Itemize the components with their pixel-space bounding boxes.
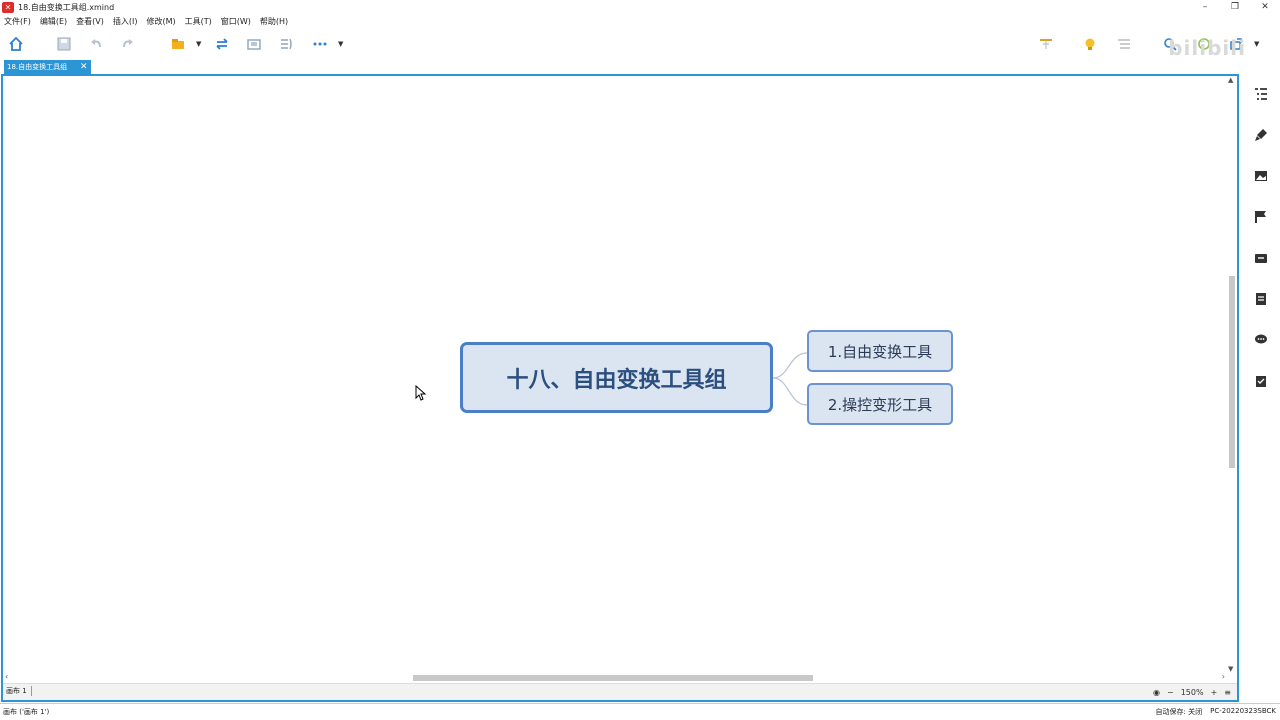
tab-label: 18.自由变换工具组 (7, 63, 68, 71)
subtopic-puppet-warp[interactable]: 2.操控变形工具 (807, 383, 953, 425)
xmind-logo-icon: ✕ (2, 1, 14, 13)
central-topic[interactable]: 十八、自由变换工具组 (460, 342, 773, 413)
topic-icon[interactable] (168, 34, 188, 54)
menu-view[interactable]: 查看(V) (76, 16, 104, 27)
horizontal-scrollbar[interactable]: ‹ › (3, 672, 1227, 683)
xmind-window: ✕ 18.自由变换工具组.xmind – ❐ ✕ 文件(F) 编辑(E) 查看(… (0, 0, 1280, 720)
status-bar: 画布 ('画布 1') 自动保存: 关闭 PC-20220323SBCK (0, 703, 1280, 720)
menu-tools[interactable]: 工具(T) (185, 16, 212, 27)
computer-name: PC-20220323SBCK (1210, 707, 1276, 715)
zoom-in-button[interactable]: + (1211, 688, 1218, 697)
outline-icon[interactable] (1114, 34, 1134, 54)
sheet-tab[interactable]: 画布 1 (6, 686, 32, 696)
scroll-down-icon[interactable]: ▼ (1228, 665, 1233, 673)
vertical-scroll-thumb[interactable] (1229, 276, 1235, 468)
status-sheet: 画布 ('画布 1') (3, 708, 50, 716)
home-icon[interactable] (6, 34, 26, 54)
title-bar: ✕ 18.自由变换工具组.xmind – ❐ ✕ (0, 0, 1280, 14)
comment-icon[interactable] (1251, 330, 1271, 350)
relationship-icon[interactable] (212, 34, 232, 54)
scroll-up-icon[interactable]: ▲ (1228, 76, 1233, 84)
mouse-cursor-icon (415, 385, 427, 401)
status-right: 自动保存: 关闭 PC-20220323SBCK (1148, 707, 1276, 717)
image-icon[interactable] (1251, 166, 1271, 186)
presentation-icon[interactable] (1036, 34, 1056, 54)
close-button[interactable]: ✕ (1250, 0, 1280, 14)
maximize-button[interactable]: ❐ (1220, 0, 1250, 14)
scroll-right-icon[interactable]: › (1222, 672, 1225, 681)
window-controls: – ❐ ✕ (1190, 0, 1280, 14)
menu-edit[interactable]: 编辑(E) (40, 16, 67, 27)
marker-flag-icon[interactable] (1251, 207, 1271, 227)
document-tabs: 18.自由变换工具组 ✕ (0, 60, 1240, 74)
tab-document[interactable]: 18.自由变换工具组 ✕ (4, 60, 91, 74)
mindmap-canvas[interactable]: 十八、自由变换工具组 1.自由变换工具 2.操控变形工具 (3, 76, 1227, 673)
window-title: 18.自由变换工具组.xmind (18, 2, 115, 12)
outline-panel-icon[interactable] (1251, 84, 1271, 104)
menu-file[interactable]: 文件(F) (4, 16, 31, 27)
eye-icon[interactable]: ◉ (1153, 688, 1160, 697)
right-panel (1242, 74, 1280, 404)
toolbar: ▼ ▼ ▼ bilibili (0, 28, 1280, 60)
sheet-bar: 画布 1 ◉ − 150% + ≡ (3, 683, 1237, 700)
brainstorm-icon[interactable] (1080, 34, 1100, 54)
boundary-icon[interactable] (244, 34, 264, 54)
menu-window[interactable]: 窗口(W) (221, 16, 251, 27)
editor-frame: 十八、自由变换工具组 1.自由变换工具 2.操控变形工具 ▲ ▼ ‹ › 画布 … (1, 74, 1239, 702)
redo-icon[interactable] (118, 34, 138, 54)
autosave-status[interactable]: 自动保存: 关闭 (1156, 707, 1203, 717)
bilibili-watermark: bilibili (1168, 36, 1246, 60)
label-icon[interactable] (1251, 248, 1271, 268)
topic-dropdown-icon[interactable]: ▼ (196, 40, 201, 48)
menu-help[interactable]: 帮助(H) (260, 16, 288, 27)
export-dropdown-icon[interactable]: ▼ (1254, 40, 1259, 48)
notes-icon[interactable] (1251, 289, 1271, 309)
scroll-left-icon[interactable]: ‹ (5, 672, 8, 681)
menu-insert[interactable]: 插入(I) (113, 16, 138, 27)
vertical-scrollbar[interactable]: ▲ ▼ (1227, 76, 1237, 673)
undo-icon[interactable] (86, 34, 106, 54)
format-brush-icon[interactable] (1251, 125, 1271, 145)
menu-bar: 文件(F) 编辑(E) 查看(V) 插入(I) 修改(M) 工具(T) 窗口(W… (0, 14, 297, 28)
minimize-button[interactable]: – (1190, 0, 1220, 14)
task-icon[interactable] (1251, 371, 1271, 391)
fit-icon[interactable]: ≡ (1224, 688, 1231, 697)
zoom-level[interactable]: 150% (1181, 688, 1204, 697)
horizontal-scroll-thumb[interactable] (413, 675, 813, 681)
zoom-controls: ◉ − 150% + ≡ (1146, 685, 1231, 699)
tab-close-icon[interactable]: ✕ (80, 62, 88, 72)
summary-icon[interactable] (276, 34, 296, 54)
subtopic-free-transform[interactable]: 1.自由变换工具 (807, 330, 953, 372)
menu-modify[interactable]: 修改(M) (146, 16, 175, 27)
more-dropdown-icon[interactable]: ▼ (338, 40, 343, 48)
save-icon[interactable] (54, 34, 74, 54)
zoom-out-button[interactable]: − (1167, 688, 1174, 697)
more-icon[interactable] (310, 34, 330, 54)
